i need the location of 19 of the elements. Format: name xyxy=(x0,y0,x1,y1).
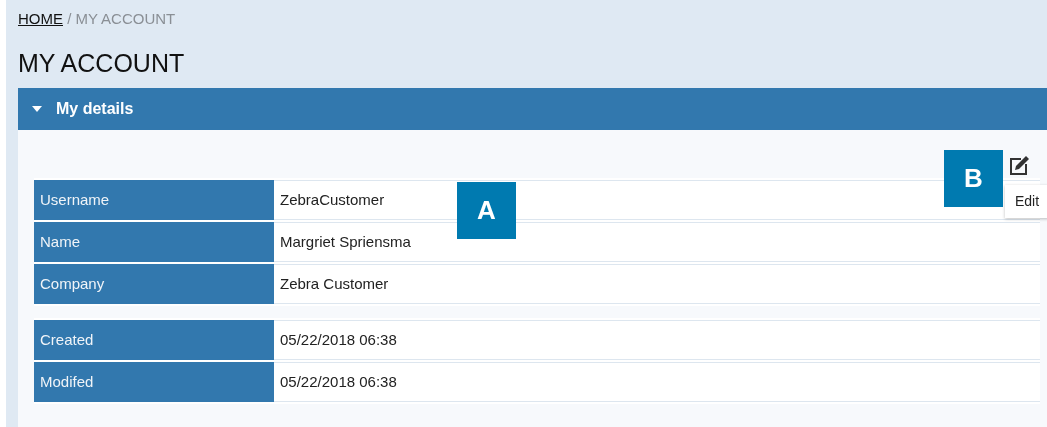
field-label: Created xyxy=(34,320,274,360)
callout-label: B xyxy=(944,150,1003,207)
breadcrumb-current: MY ACCOUNT xyxy=(75,10,176,27)
field-value: 05/22/2018 06:38 xyxy=(274,362,1040,402)
field-label: Username xyxy=(34,180,274,220)
field-label: Company xyxy=(34,264,274,304)
breadcrumb-separator: / xyxy=(66,10,73,27)
field-value: Margriet Spriensma xyxy=(274,222,1040,262)
page-title: MY ACCOUNT xyxy=(18,48,186,78)
callout-label: A xyxy=(457,182,516,239)
field-label: Modifed xyxy=(34,362,274,402)
edit-icon[interactable] xyxy=(1008,155,1030,177)
field-label: Name xyxy=(34,222,274,262)
field-value: 05/22/2018 06:38 xyxy=(274,320,1040,360)
field-value: Zebra Customer xyxy=(274,264,1040,304)
panel-title: My details xyxy=(56,99,134,119)
edit-tooltip: Edit xyxy=(1005,185,1047,218)
panel-header[interactable]: My details xyxy=(18,88,1047,130)
breadcrumb-link[interactable]: HOME xyxy=(18,10,63,27)
